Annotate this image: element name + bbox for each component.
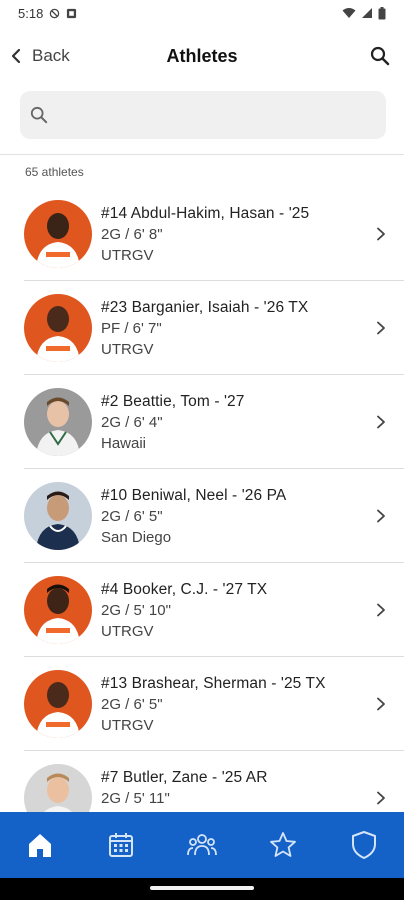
back-button[interactable]: Back xyxy=(10,46,70,66)
chevron-right-icon xyxy=(377,415,385,429)
chevron-right-icon xyxy=(377,509,385,523)
wifi-icon xyxy=(342,8,356,18)
athlete-name: #2 Beattie, Tom - '27 xyxy=(101,393,245,410)
athlete-name: #13 Brashear, Sherman - '25 TX xyxy=(101,675,326,692)
athlete-list: #14 Abdul-Hakim, Hasan - '25 2G / 6' 8" … xyxy=(0,187,404,812)
search-button[interactable] xyxy=(368,44,392,68)
status-bar: 5:18 xyxy=(0,0,404,26)
home-icon xyxy=(29,834,52,857)
home-indicator[interactable] xyxy=(150,886,254,890)
avatar xyxy=(24,482,92,550)
athlete-count: 65 athletes xyxy=(25,165,84,179)
chevron-right-icon xyxy=(377,697,385,711)
app-bar: Back Athletes xyxy=(0,30,404,82)
athlete-position: 2G / 5' 10" xyxy=(101,602,171,619)
calendar-icon xyxy=(109,833,134,857)
star-icon xyxy=(269,832,296,857)
shield-icon xyxy=(351,831,376,859)
chevron-left-icon xyxy=(11,48,21,64)
athlete-name: #4 Booker, C.J. - '27 TX xyxy=(101,581,268,598)
nav-favorites[interactable] xyxy=(253,815,313,875)
search-icon xyxy=(30,106,48,124)
athlete-name: #10 Beniwal, Neel - '26 PA xyxy=(101,487,287,504)
chevron-right-icon xyxy=(377,791,385,805)
athlete-school: UTRGV xyxy=(101,717,154,734)
notification-icon xyxy=(67,8,77,18)
chevron-right-icon xyxy=(377,603,385,617)
chevron-right-icon xyxy=(377,321,385,335)
athlete-row[interactable]: #23 Barganier, Isaiah - '26 TX PF / 6' 7… xyxy=(0,281,404,375)
nav-home[interactable] xyxy=(10,815,70,875)
nav-calendar[interactable] xyxy=(91,815,151,875)
athlete-position: 2G / 6' 8" xyxy=(101,226,163,243)
back-label: Back xyxy=(32,46,70,65)
system-navigation-bar xyxy=(0,878,404,900)
athlete-position: 2G / 6' 5" xyxy=(101,508,163,525)
avatar xyxy=(24,294,92,362)
avatar xyxy=(24,764,92,812)
athlete-position: 2G / 6' 5" xyxy=(101,696,163,713)
athlete-school: UTRGV xyxy=(101,247,154,264)
chevron-right-icon xyxy=(377,227,385,241)
nav-team[interactable] xyxy=(172,815,232,875)
athlete-row[interactable]: #2 Beattie, Tom - '27 2G / 6' 4" Hawaii xyxy=(0,375,404,469)
athlete-school: Hawaii xyxy=(101,435,147,452)
avatar xyxy=(24,200,92,268)
athlete-school: San Diego xyxy=(101,529,172,546)
athlete-name: #14 Abdul-Hakim, Hasan - '25 xyxy=(101,205,310,222)
search-field[interactable] xyxy=(20,91,386,139)
bottom-nav xyxy=(0,812,404,878)
athlete-position: PF / 6' 7" xyxy=(101,320,162,337)
battery-icon xyxy=(378,6,386,19)
athlete-row[interactable]: #14 Abdul-Hakim, Hasan - '25 2G / 6' 8" … xyxy=(0,187,404,281)
nav-shield[interactable] xyxy=(334,815,394,875)
avatar xyxy=(24,576,92,644)
athlete-position: 2G / 5' 11" xyxy=(101,790,170,807)
avatar xyxy=(24,670,92,738)
athlete-school: UTRGV xyxy=(101,623,154,640)
athlete-row[interactable]: #13 Brashear, Sherman - '25 TX 2G / 6' 5… xyxy=(0,657,404,751)
athlete-name: #7 Butler, Zane - '25 AR xyxy=(101,769,268,786)
athlete-name: #23 Barganier, Isaiah - '26 TX xyxy=(101,299,309,316)
athlete-position: 2G / 6' 4" xyxy=(101,414,163,431)
search-input[interactable] xyxy=(56,91,386,139)
search-icon xyxy=(370,46,390,66)
status-time: 5:18 xyxy=(18,5,44,21)
athlete-school: UTRGV xyxy=(101,341,154,358)
avatar xyxy=(24,388,92,456)
divider xyxy=(0,154,404,155)
signal-icon xyxy=(362,8,372,18)
athlete-row[interactable]: #10 Beniwal, Neel - '26 PA 2G / 6' 5" Sa… xyxy=(0,469,404,563)
data-saver-icon xyxy=(50,8,60,18)
team-icon xyxy=(187,834,217,856)
athlete-row[interactable]: #7 Butler, Zane - '25 AR 2G / 5' 11" xyxy=(0,751,404,812)
athlete-row[interactable]: #4 Booker, C.J. - '27 TX 2G / 5' 10" UTR… xyxy=(0,563,404,657)
